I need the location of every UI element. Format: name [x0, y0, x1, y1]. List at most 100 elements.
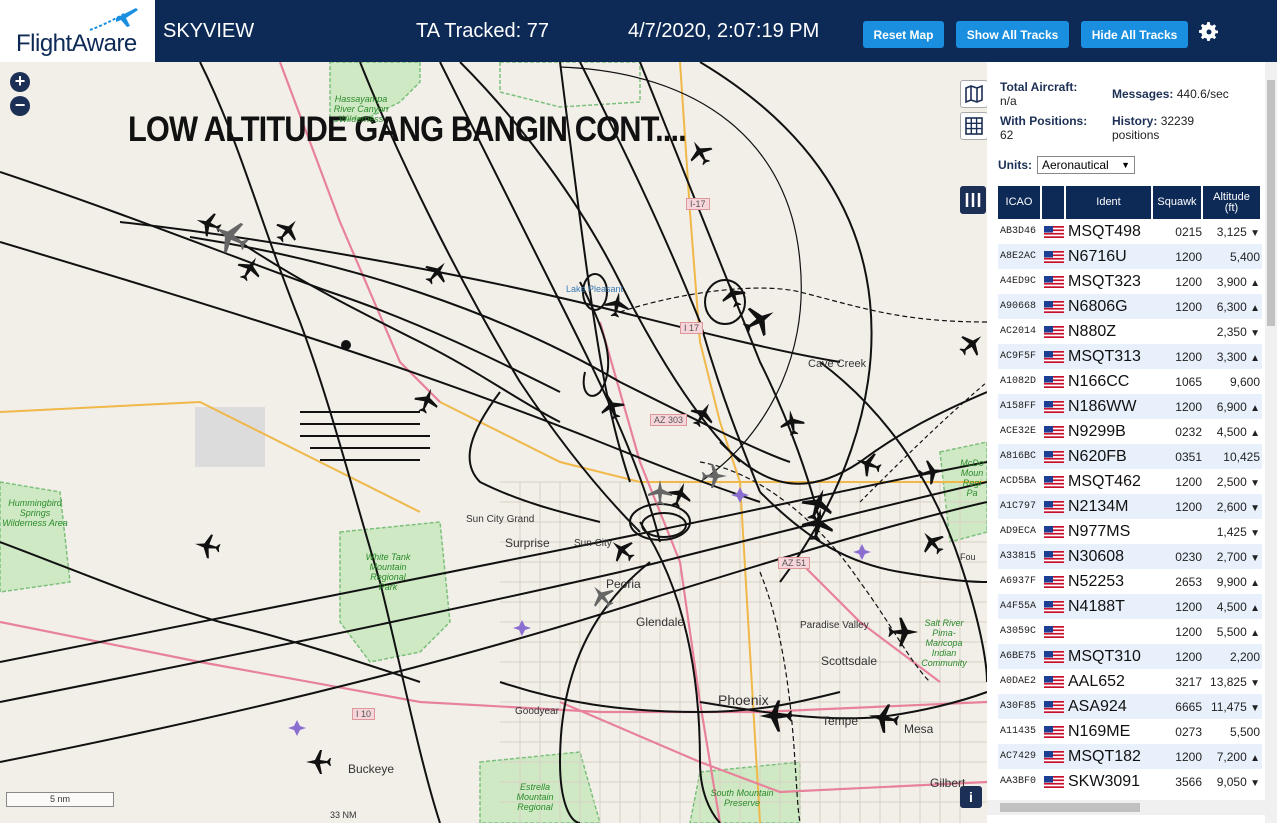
ident-cell: N6806G	[1068, 297, 1128, 315]
altitude-trend: ▼	[1250, 327, 1260, 339]
table-row[interactable]: AD9ECA N977MS 1,425 ▼	[998, 519, 1262, 544]
altitude-cell: 13,825 ▼	[1205, 675, 1262, 689]
place-label: Glendale	[636, 615, 685, 629]
park-label: Estrella Mountain Regional	[516, 782, 554, 812]
table-row[interactable]: A1C797 N2134M 1200 2,600 ▼	[998, 494, 1262, 519]
altitude-cell: 6,300 ▲	[1205, 300, 1262, 314]
grid-icon[interactable]	[960, 112, 987, 140]
altitude-cell: 9,050 ▼	[1205, 775, 1262, 789]
col-squawk[interactable]: Squawk	[1153, 186, 1203, 219]
icao-cell: A158FF	[1000, 401, 1037, 412]
col-ident[interactable]: Ident	[1066, 186, 1153, 219]
table-row[interactable]: A0DAE2 AAL652 3217 13,825 ▼	[998, 669, 1262, 694]
place-label: Gilbert	[930, 776, 966, 790]
table-row[interactable]: AC7429 MSQT182 1200 7,200 ▲	[998, 744, 1262, 769]
flag-cell	[1044, 350, 1068, 363]
place-label: Paradise Valley	[800, 620, 869, 631]
flag-cell	[1044, 475, 1068, 488]
squawk-cell: 0273	[1175, 724, 1202, 739]
columns-toggle-icon[interactable]	[960, 186, 986, 214]
table-row[interactable]: A30F85 ASA924 6665 11,475 ▼	[998, 694, 1262, 719]
col-icao[interactable]: ICAO	[998, 186, 1042, 219]
table-row[interactable]: A6937F N52253 2653 9,900 ▲	[998, 569, 1262, 594]
park-label: McDo Moun Regi Pa	[960, 458, 984, 498]
altitude-trend: ▲	[1250, 752, 1260, 764]
flag-cell	[1044, 450, 1068, 463]
reset-map-button[interactable]: Reset Map	[863, 21, 944, 48]
table-row[interactable]: A4F55A N4188T 1200 4,500 ▲	[998, 594, 1262, 619]
us-flag-icon	[1044, 300, 1064, 313]
ident-cell: N30608	[1068, 547, 1125, 565]
units-select[interactable]: Aeronautical ▼	[1037, 156, 1135, 174]
map-canvas[interactable]: + − LOW ALTITUDE GANG BANGIN CONT.... i …	[0, 62, 987, 823]
altitude-value: 2,600	[1216, 499, 1247, 514]
positions-label: With Positions:	[1000, 114, 1088, 128]
history-stat: History: 32239 positions	[1112, 114, 1194, 142]
units-select-value: Aeronautical	[1042, 158, 1109, 172]
altitude-trend: ▲	[1250, 402, 1260, 414]
place-label: Goodyear	[515, 706, 559, 717]
us-flag-icon	[1044, 500, 1064, 513]
altitude-cell: 6,900 ▲	[1205, 400, 1262, 414]
altitude-value: 11,475	[1210, 699, 1247, 714]
altitude-value: 5,500	[1229, 724, 1260, 739]
squawk-cell: 1200	[1175, 399, 1202, 414]
us-flag-icon	[1044, 325, 1064, 338]
icao-cell: A30F85	[1000, 701, 1037, 712]
show-all-tracks-button[interactable]: Show All Tracks	[956, 21, 1069, 48]
table-header: ICAO Ident Squawk Altitude (ft)	[998, 186, 1262, 219]
table-row[interactable]: A1082D N166CC 1065 9,600	[998, 369, 1262, 394]
altitude-value: 10,425	[1223, 449, 1260, 464]
altitude-cell: 5,500 ▲	[1205, 625, 1262, 639]
table-row[interactable]: A816BC N620FB 0351 10,425	[998, 444, 1262, 469]
us-flag-icon	[1044, 525, 1064, 538]
squawk-cell: 6665	[1175, 699, 1202, 714]
park-label: South Mountain Preserve	[710, 788, 774, 808]
altitude-cell: 9,600	[1205, 375, 1262, 389]
altitude-value: 5,500	[1216, 624, 1247, 639]
table-row[interactable]: ACD5BA MSQT462 1200 2,500 ▼	[998, 469, 1262, 494]
logo[interactable]: FlightAware	[0, 0, 155, 62]
table-row[interactable]: A33815 N30608 0230 2,700 ▼	[998, 544, 1262, 569]
place-label: Tempe	[822, 714, 859, 728]
place-label: Buckeye	[348, 762, 395, 776]
altitude-cell: 11,475 ▼	[1205, 700, 1262, 714]
zoom-in-button[interactable]: +	[10, 72, 30, 92]
altitude-trend: ▼	[1250, 677, 1260, 689]
map-svg	[0, 62, 987, 823]
ident-cell: N52253	[1068, 572, 1125, 590]
altitude-trend: ▲	[1250, 602, 1260, 614]
squawk-cell: 0351	[1175, 449, 1202, 464]
ident-cell: MSQT462	[1068, 472, 1141, 490]
map-layer-icon[interactable]	[960, 80, 987, 108]
ident-cell: N166CC	[1068, 372, 1130, 390]
table-row[interactable]: AC9F5F MSQT313 1200 3,300 ▲	[998, 344, 1262, 369]
col-altitude[interactable]: Altitude (ft)	[1203, 186, 1260, 219]
app-title: SKYVIEW	[163, 20, 255, 42]
altitude-trend: ▼	[1250, 227, 1260, 239]
altitude-value: 2,500	[1216, 474, 1247, 489]
table-row[interactable]: A4ED9C MSQT323 1200 3,900 ▲	[998, 269, 1262, 294]
table-row[interactable]: A8E2AC N6716U 1200 5,400	[998, 244, 1262, 269]
table-row[interactable]: AA3BF0 SKW3091 3566 9,050 ▼	[998, 769, 1262, 794]
table-row[interactable]: AB3D46 MSQT498 0215 3,125 ▼	[998, 219, 1262, 244]
icao-cell: A90668	[1000, 301, 1037, 312]
zoom-out-button[interactable]: −	[10, 96, 30, 116]
table-row[interactable]: A158FF N186WW 1200 6,900 ▲	[998, 394, 1262, 419]
horizontal-scrollbar-thumb[interactable]	[1000, 803, 1140, 812]
altitude-value: 5,400	[1229, 249, 1260, 264]
table-row[interactable]: A3059C 1200 5,500 ▲	[998, 619, 1262, 644]
scrollbar-thumb[interactable]	[1267, 80, 1275, 326]
altitude-trend: ▼	[1250, 477, 1260, 489]
gear-icon[interactable]	[1197, 20, 1221, 44]
table-row[interactable]: A11435 N169ME 0273 5,500	[998, 719, 1262, 744]
us-flag-icon	[1044, 750, 1064, 763]
flag-cell	[1044, 425, 1068, 438]
squawk-cell: 1200	[1175, 274, 1202, 289]
table-row[interactable]: A90668 N6806G 1200 6,300 ▲	[998, 294, 1262, 319]
altitude-value: 1,425	[1216, 524, 1247, 539]
hide-all-tracks-button[interactable]: Hide All Tracks	[1081, 21, 1188, 48]
table-row[interactable]: ACE32E N9299B 0232 4,500 ▲	[998, 419, 1262, 444]
table-row[interactable]: AC2014 N880Z 2,350 ▼	[998, 319, 1262, 344]
table-row[interactable]: A6BE75 MSQT310 1200 2,200	[998, 644, 1262, 669]
